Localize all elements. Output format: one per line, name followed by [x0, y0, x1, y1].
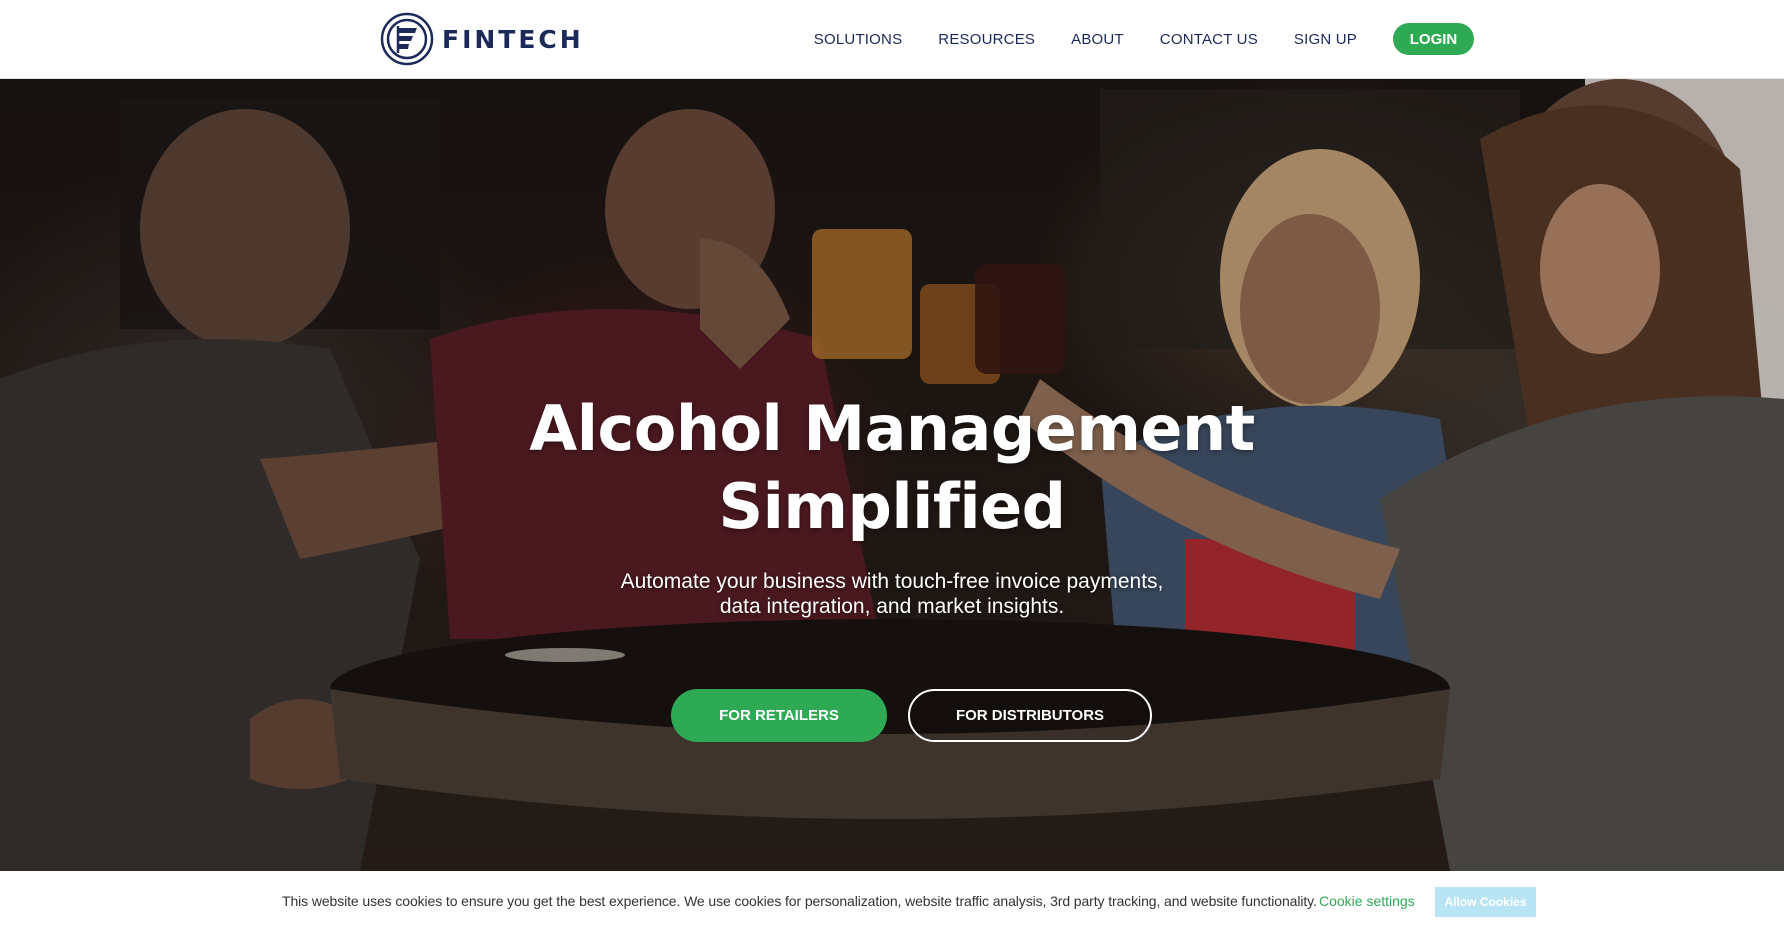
nav-contact-us[interactable]: CONTACT US — [1160, 31, 1258, 48]
site-header: FINTECH SOLUTIONS RESOURCES ABOUT CONTAC… — [0, 0, 1784, 79]
brand-logo[interactable]: FINTECH — [380, 12, 584, 66]
cookie-settings-link[interactable]: Cookie settings — [1319, 893, 1415, 909]
for-distributors-button[interactable]: FOR DISTRIBUTORS — [908, 689, 1152, 742]
hero-heading-line-1: Alcohol Management — [529, 392, 1255, 465]
hero-subheading-line-2: data integration, and market insights. — [719, 595, 1065, 618]
brand-name: FINTECH — [442, 24, 584, 54]
hero-heading: Alcohol Management Simplified — [0, 390, 1784, 546]
nav-resources[interactable]: RESOURCES — [938, 31, 1035, 48]
nav-solutions[interactable]: SOLUTIONS — [814, 31, 902, 48]
nav-sign-up[interactable]: SIGN UP — [1294, 31, 1357, 48]
nav-about[interactable]: ABOUT — [1071, 31, 1124, 48]
hero-heading-line-2: Simplified — [718, 470, 1066, 543]
for-retailers-button[interactable]: FOR RETAILERS — [671, 689, 887, 742]
cookie-message: This website uses cookies to ensure you … — [282, 893, 1317, 909]
allow-cookies-button[interactable]: Allow Cookies — [1435, 887, 1536, 917]
hero-subheading: Automate your business with touch-free i… — [0, 569, 1784, 619]
fintech-logo-icon — [380, 12, 434, 66]
cookie-consent-bar: This website uses cookies to ensure you … — [0, 871, 1784, 928]
hero-section: Alcohol Management Simplified Automate y… — [0, 79, 1784, 871]
hero-subheading-line-1: Automate your business with touch-free i… — [620, 570, 1164, 593]
login-button[interactable]: LOGIN — [1393, 23, 1474, 55]
main-nav: SOLUTIONS RESOURCES ABOUT CONTACT US SIG… — [814, 0, 1474, 78]
